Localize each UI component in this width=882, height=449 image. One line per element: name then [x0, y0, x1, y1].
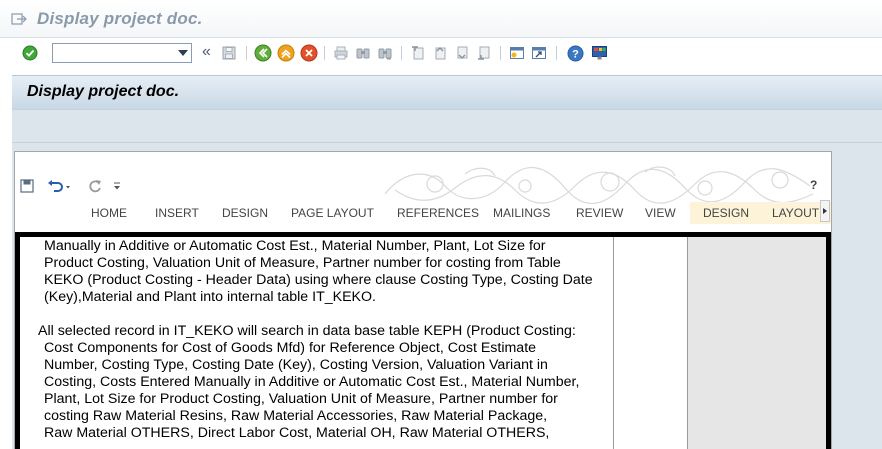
- tab-home[interactable]: HOME: [91, 202, 127, 224]
- ribbon-scroll-right-button[interactable]: [820, 200, 830, 222]
- new-session-icon[interactable]: [508, 44, 526, 62]
- customize-layout-icon[interactable]: [590, 44, 608, 62]
- ribbon-tabs: HOME INSERT DESIGN PAGE LAYOUT REFERENCE…: [15, 202, 831, 224]
- paragraph-line: Raw Material OTHERS, Direct Labor Cost, …: [44, 425, 550, 441]
- ribbon-ornament: [384, 166, 814, 204]
- save-icon[interactable]: [19, 178, 35, 194]
- sap-window: Display project doc. « ? Display project…: [0, 0, 882, 449]
- paragraph-line: Costing, Costs Entered Manually in Addit…: [44, 374, 580, 390]
- table-cell-text: Manually in Additive or Automatic Cost E…: [20, 237, 613, 449]
- last-page-icon[interactable]: [475, 44, 493, 62]
- separator: [324, 46, 325, 60]
- screen-header: Display project doc.: [12, 75, 882, 109]
- document-page[interactable]: Manually in Additive or Automatic Cost E…: [20, 237, 826, 449]
- menu-icon[interactable]: [11, 12, 27, 26]
- save-icon[interactable]: [220, 44, 238, 62]
- cancel-icon[interactable]: [300, 44, 318, 62]
- tab-insert[interactable]: INSERT: [155, 202, 199, 224]
- create-shortcut-icon[interactable]: [530, 44, 548, 62]
- paragraph-line: Cost Components for Cost of Goods Mfd) f…: [44, 340, 537, 356]
- find-next-icon[interactable]: [376, 44, 394, 62]
- table-column-border: [613, 237, 614, 449]
- green-check-icon[interactable]: [21, 44, 39, 62]
- tab-table-design[interactable]: DESIGN: [703, 202, 749, 224]
- word-ribbon: ? HOME INSERT DESIGN PAGE LAYOUT REFEREN…: [15, 152, 831, 232]
- separator: [246, 46, 247, 60]
- tab-mailings[interactable]: MAILINGS: [493, 202, 550, 224]
- left-margin: [0, 143, 12, 449]
- command-field[interactable]: [52, 43, 192, 63]
- word-help-button[interactable]: ?: [810, 178, 817, 192]
- system-toolbar: « ?: [0, 38, 882, 68]
- paragraph-line: Product Costing, Valuation Unit of Measu…: [44, 255, 561, 271]
- document-area: Manually in Additive or Automatic Cost E…: [15, 232, 831, 449]
- paragraph-line: Plant, Lot Size for Product Costing, Val…: [44, 391, 558, 407]
- paragraph-line: KEKO (Product Costing - Header Data) usi…: [44, 272, 593, 288]
- svg-text:?: ?: [572, 48, 579, 60]
- document-right-margin: [688, 237, 826, 449]
- undo-icon[interactable]: [47, 178, 73, 194]
- application-toolbar: [12, 109, 882, 143]
- tab-review[interactable]: REVIEW: [576, 202, 623, 224]
- paragraph-line: costing Raw Material Resins, Raw Materia…: [44, 408, 548, 424]
- paragraph-line: Number, Costing Type, Costing Date (Key)…: [44, 357, 548, 373]
- customize-quick-access-icon[interactable]: [111, 178, 123, 194]
- tab-view[interactable]: VIEW: [645, 202, 676, 224]
- separator: [401, 46, 402, 60]
- redo-icon[interactable]: [87, 178, 103, 194]
- find-icon[interactable]: [354, 44, 372, 62]
- title-bar: Display project doc.: [0, 0, 882, 38]
- print-icon[interactable]: [332, 44, 350, 62]
- word-document-control: ? HOME INSERT DESIGN PAGE LAYOUT REFEREN…: [14, 151, 832, 449]
- separator: [556, 46, 557, 60]
- next-page-icon[interactable]: [453, 44, 471, 62]
- tab-references[interactable]: REFERENCES: [397, 202, 479, 224]
- help-icon[interactable]: ?: [566, 44, 584, 62]
- back-icon[interactable]: [254, 44, 272, 62]
- page-title: Display project doc.: [27, 83, 180, 100]
- chevron-down-icon[interactable]: [178, 50, 188, 56]
- previous-page-icon[interactable]: [431, 44, 449, 62]
- separator: [500, 46, 501, 60]
- paragraph-line: Manually in Additive or Automatic Cost E…: [44, 238, 546, 254]
- collapse-arrow-icon[interactable]: «: [202, 43, 211, 61]
- exit-icon[interactable]: [277, 44, 295, 62]
- paragraph-line: All selected record in IT_KEKO will sear…: [38, 323, 576, 339]
- first-page-icon[interactable]: [409, 44, 427, 62]
- tab-table-layout[interactable]: LAYOUT: [772, 202, 819, 224]
- tab-design[interactable]: DESIGN: [222, 202, 268, 224]
- tab-page-layout[interactable]: PAGE LAYOUT: [291, 202, 374, 224]
- window-title: Display project doc.: [37, 9, 203, 28]
- paragraph-line: (Key),Material and Plant into internal t…: [44, 289, 376, 305]
- command-input[interactable]: [53, 45, 171, 63]
